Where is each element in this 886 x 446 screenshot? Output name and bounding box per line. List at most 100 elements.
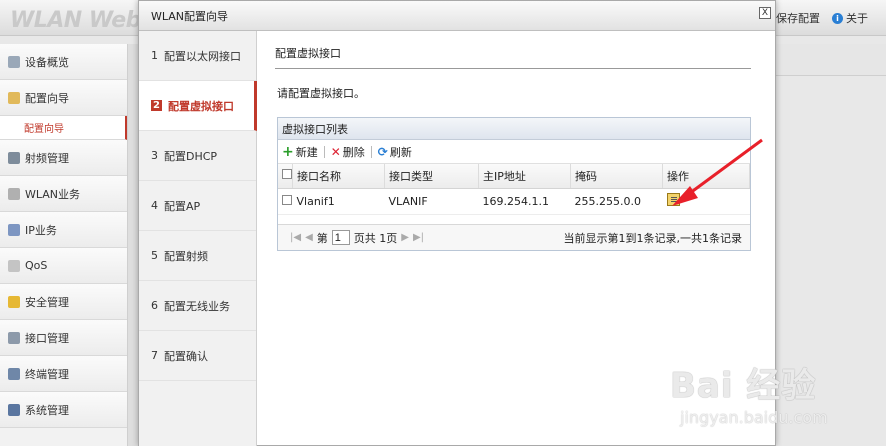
grid-toolbar: + 新建 ✕ 删除 ⟳ 刷新: [278, 140, 750, 164]
sidebar-item-device-overview[interactable]: 设备概览: [0, 44, 127, 80]
prev-page-icon[interactable]: ◀: [305, 232, 313, 243]
sidebar-item-label: 终端管理: [25, 367, 69, 381]
step-number: 3: [151, 149, 158, 162]
step-number: 2: [151, 100, 162, 111]
step-radio[interactable]: 5 配置射频: [139, 231, 256, 281]
cell-mask: 255.255.0.0: [570, 188, 663, 215]
sidebar-splitter[interactable]: [128, 44, 138, 446]
grid-title: 虚拟接口列表: [278, 118, 750, 140]
section-title: 配置虚拟接口: [275, 45, 751, 69]
step-virtual-interface[interactable]: 2 配置虚拟接口: [139, 81, 257, 131]
step-label: 配置AP: [164, 199, 201, 213]
wizard-icon: [8, 91, 20, 104]
sidebar-item-qos[interactable]: QoS: [0, 248, 127, 284]
plus-icon: +: [282, 143, 294, 160]
sidebar-item-label: IP业务: [25, 223, 57, 237]
step-label: 配置以太网接口: [164, 49, 241, 63]
sidebar-item-config-wizard[interactable]: 配置向导: [0, 80, 127, 116]
radio-icon: [8, 151, 20, 164]
col-interface-type[interactable]: 接口类型: [384, 164, 479, 189]
col-actions: 操作: [662, 164, 750, 189]
watermark-main: Bai 经验: [670, 366, 817, 406]
refresh-icon: ⟳: [377, 144, 388, 159]
sidebar-item-label: 配置向导: [25, 91, 69, 105]
table-row[interactable]: Vlanif1 VLANIF 169.254.1.1 255.255.0.0: [278, 188, 750, 215]
terminal-icon: [8, 367, 20, 380]
sidebar-item-radio[interactable]: 射频管理: [0, 140, 127, 176]
page-prefix: 第: [316, 231, 328, 245]
system-icon: [8, 403, 20, 416]
step-number: 4: [151, 199, 158, 212]
last-page-icon[interactable]: ▶|: [413, 232, 424, 243]
ip-icon: [8, 223, 20, 236]
step-label: 配置DHCP: [164, 149, 218, 163]
device-icon: [8, 55, 20, 68]
toolbar-separator: [370, 145, 372, 158]
sidebar-item-ip[interactable]: IP业务: [0, 212, 127, 248]
row-select-cell: [278, 188, 293, 215]
sidebar-item-system[interactable]: 系统管理: [0, 392, 127, 428]
about-button[interactable]: i 关于: [832, 10, 868, 26]
sidebar-item-label: 接口管理: [25, 331, 69, 345]
delete-label: 删除: [342, 145, 365, 159]
dialog-title-bar: WLAN配置向导 X: [139, 1, 775, 31]
step-label: 配置虚拟接口: [167, 99, 234, 113]
new-label: 新建: [295, 145, 318, 159]
cell-interface-type: VLANIF: [384, 188, 479, 215]
grid-pager: |◀ ◀ 第 页共 1页 ▶ ▶| 当前显示第1到1条记录,一共1条记录: [278, 224, 750, 250]
pager-status: 当前显示第1到1条记录,一共1条记录: [563, 231, 743, 245]
sidebar-item-label: 射频管理: [25, 151, 69, 165]
delete-icon: ✕: [330, 144, 341, 159]
sidebar-item-label: 安全管理: [25, 295, 69, 309]
refresh-label: 刷新: [389, 145, 412, 159]
interface-icon: [8, 331, 20, 344]
select-all-checkbox[interactable]: [282, 169, 292, 180]
qos-icon: [8, 259, 20, 272]
page-number-input[interactable]: [331, 230, 350, 245]
interface-table: 接口名称 接口类型 主IP地址 掩码 操作 Vlanif1 VLANIF 169…: [278, 164, 750, 215]
sidebar-item-interface[interactable]: 接口管理: [0, 320, 127, 356]
virtual-interface-grid: 虚拟接口列表 + 新建 ✕ 删除 ⟳ 刷新 接口名称 接口类型 主IP地址 掩码…: [277, 117, 751, 251]
step-number: 7: [151, 349, 158, 362]
col-mask[interactable]: 掩码: [570, 164, 663, 189]
step-number: 5: [151, 249, 158, 262]
sidebar-item-terminal[interactable]: 终端管理: [0, 356, 127, 392]
step-number: 6: [151, 299, 158, 312]
refresh-button[interactable]: ⟳ 刷新: [378, 144, 412, 160]
info-icon: i: [832, 12, 843, 24]
step-label: 配置无线业务: [164, 299, 230, 313]
step-confirm[interactable]: 7 配置确认: [139, 331, 256, 381]
step-ap[interactable]: 4 配置AP: [139, 181, 256, 231]
next-page-icon[interactable]: ▶: [401, 232, 409, 243]
step-dhcp[interactable]: 3 配置DHCP: [139, 131, 256, 181]
step-wireless-service[interactable]: 6 配置无线业务: [139, 281, 256, 331]
sidebar-item-label: 设备概览: [25, 55, 69, 69]
sidebar-item-wlan[interactable]: WLAN业务: [0, 176, 127, 212]
shield-icon: [8, 295, 20, 308]
sidebar: 设备概览 配置向导 配置向导 射频管理 WLAN业务 IP业务 QoS 安全管理…: [0, 44, 128, 446]
table-header-row: 接口名称 接口类型 主IP地址 掩码 操作: [278, 164, 750, 189]
sidebar-item-security[interactable]: 安全管理: [0, 284, 127, 320]
sidebar-subitem-config-wizard[interactable]: 配置向导: [0, 116, 127, 140]
col-primary-ip[interactable]: 主IP地址: [478, 164, 571, 189]
close-icon[interactable]: X: [759, 7, 771, 19]
wizard-steps: 1 配置以太网接口 2 配置虚拟接口 3 配置DHCP 4 配置AP 5 配置射…: [139, 31, 257, 446]
header-actions: 保存配置 i 关于: [762, 10, 868, 26]
main-header-strip: [776, 44, 886, 76]
edit-icon[interactable]: [666, 193, 680, 206]
cell-actions: [662, 188, 750, 215]
row-checkbox[interactable]: [282, 194, 292, 205]
about-label: 关于: [846, 12, 868, 25]
step-number: 1: [151, 49, 158, 62]
step-label: 配置射频: [164, 249, 208, 263]
col-interface-name[interactable]: 接口名称: [292, 164, 385, 189]
wlan-icon: [8, 187, 20, 200]
sidebar-item-label: 系统管理: [25, 403, 69, 417]
new-button[interactable]: + 新建: [282, 144, 318, 160]
sidebar-item-label: WLAN业务: [25, 187, 81, 201]
save-config-label: 保存配置: [776, 12, 820, 25]
delete-button[interactable]: ✕ 删除: [331, 144, 365, 160]
first-page-icon[interactable]: |◀: [290, 232, 301, 243]
step-ethernet[interactable]: 1 配置以太网接口: [139, 31, 256, 81]
watermark-sub: jingyan.baidu.com: [680, 408, 828, 427]
